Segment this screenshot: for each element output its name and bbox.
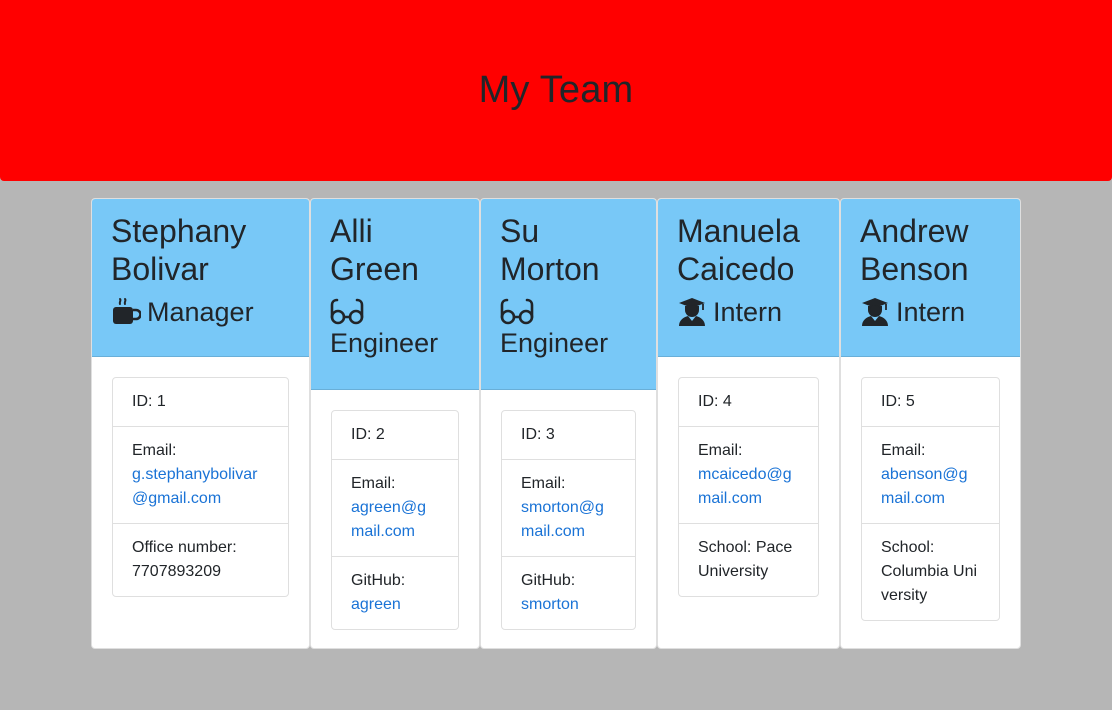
office-number-item: Office number: 7707893209: [113, 524, 288, 596]
github-label: GitHub:: [521, 572, 576, 589]
card-body: ID: 4 Email: mcaicedo@gmail.com School: …: [658, 357, 839, 617]
role-label: Intern: [713, 297, 783, 327]
email-link[interactable]: agreen@gmail.com: [351, 499, 426, 540]
info-list: ID: 2 Email: agreen@gmail.com GitHub: ag…: [331, 410, 459, 630]
page-header: My Team: [0, 0, 1112, 181]
github-link[interactable]: smorton: [521, 596, 579, 613]
school-label: School:: [698, 539, 752, 556]
card-header: Alli Green Engineer: [311, 199, 479, 390]
email-label: Email:: [132, 442, 177, 459]
email-item: Email: smorton@gmail.com: [502, 460, 635, 557]
github-label: GitHub:: [351, 572, 406, 589]
card-body: ID: 5 Email: abenson@gmail.com School: C…: [841, 357, 1020, 641]
github-item: GitHub: agreen: [332, 557, 458, 629]
school-value: Columbia University: [881, 563, 978, 604]
employee-name: Andrew Benson: [860, 213, 969, 287]
role-label: Manager: [147, 297, 254, 327]
employee-name: Su Morton: [500, 213, 600, 287]
employee-card-engineer: Alli Green Engineer ID: 2 Email: agreen@…: [310, 198, 480, 649]
employee-role: Manager: [111, 296, 290, 329]
email-label: Email:: [351, 475, 396, 492]
card-body: ID: 2 Email: agreen@gmail.com GitHub: ag…: [311, 390, 479, 648]
card-header: Andrew Benson Intern: [841, 199, 1020, 357]
employee-name: Manuela Caicedo: [677, 213, 800, 287]
id-item: ID: 5: [862, 378, 999, 427]
page-title: My Team: [478, 69, 634, 111]
office-number-value: 7707893209: [132, 563, 221, 580]
card-header: Manuela Caicedo Intern: [658, 199, 839, 357]
card-header: Stephany Bolivar Manager: [92, 199, 309, 357]
id-item: ID: 4: [679, 378, 818, 427]
info-list: ID: 1 Email: g.stephanybolivar@gmail.com…: [112, 377, 289, 597]
email-item: Email: agreen@gmail.com: [332, 460, 458, 557]
graduate-icon: [860, 297, 890, 327]
employee-role: Intern: [677, 296, 820, 329]
github-link[interactable]: agreen: [351, 596, 401, 613]
card-body: ID: 3 Email: smorton@gmail.com GitHub: s…: [481, 390, 656, 648]
email-item: Email: mcaicedo@gmail.com: [679, 427, 818, 524]
email-label: Email:: [698, 442, 743, 459]
role-label: Engineer: [500, 328, 609, 358]
employee-card-intern: Manuela Caicedo Intern ID: 4 Email: mcai…: [657, 198, 840, 649]
email-link[interactable]: mcaicedo@gmail.com: [698, 466, 792, 507]
school-label: School:: [881, 539, 935, 556]
card-header: Su Morton Engineer: [481, 199, 656, 390]
employee-name: Stephany Bolivar: [111, 213, 247, 287]
email-link[interactable]: g.stephanybolivar@gmail.com: [132, 466, 257, 507]
employee-card-engineer: Su Morton Engineer ID: 3 Email: smorton@…: [480, 198, 657, 649]
email-label: Email:: [521, 475, 566, 492]
role-label: Engineer: [330, 328, 439, 358]
employee-card-intern: Andrew Benson Intern ID: 5 Email: abenso…: [840, 198, 1021, 649]
role-label: Intern: [896, 297, 966, 327]
id-item: ID: 2: [332, 411, 458, 460]
email-link[interactable]: abenson@gmail.com: [881, 466, 968, 507]
coffee-mug-icon: [111, 297, 141, 327]
glasses-icon: [330, 297, 364, 327]
id-item: ID: 1: [113, 378, 288, 427]
employee-role: Intern: [860, 296, 1001, 329]
school-item: School: Pace University: [679, 524, 818, 596]
info-list: ID: 3 Email: smorton@gmail.com GitHub: s…: [501, 410, 636, 630]
employee-role: Engineer: [500, 296, 637, 360]
email-item: Email: g.stephanybolivar@gmail.com: [113, 427, 288, 524]
info-list: ID: 4 Email: mcaicedo@gmail.com School: …: [678, 377, 819, 597]
email-item: Email: abenson@gmail.com: [862, 427, 999, 524]
id-item: ID: 3: [502, 411, 635, 460]
glasses-icon: [500, 297, 534, 327]
school-item: School: Columbia University: [862, 524, 999, 620]
office-number-label: Office number:: [132, 539, 237, 556]
card-body: ID: 1 Email: g.stephanybolivar@gmail.com…: [92, 357, 309, 617]
employee-name: Alli Green: [330, 213, 419, 287]
graduate-icon: [677, 297, 707, 327]
email-label: Email:: [881, 442, 926, 459]
info-list: ID: 5 Email: abenson@gmail.com School: C…: [861, 377, 1000, 621]
employee-role: Engineer: [330, 296, 460, 360]
email-link[interactable]: smorton@gmail.com: [521, 499, 604, 540]
employee-card-manager: Stephany Bolivar Manager ID: 1 Email: g.…: [91, 198, 310, 649]
github-item: GitHub: smorton: [502, 557, 635, 629]
